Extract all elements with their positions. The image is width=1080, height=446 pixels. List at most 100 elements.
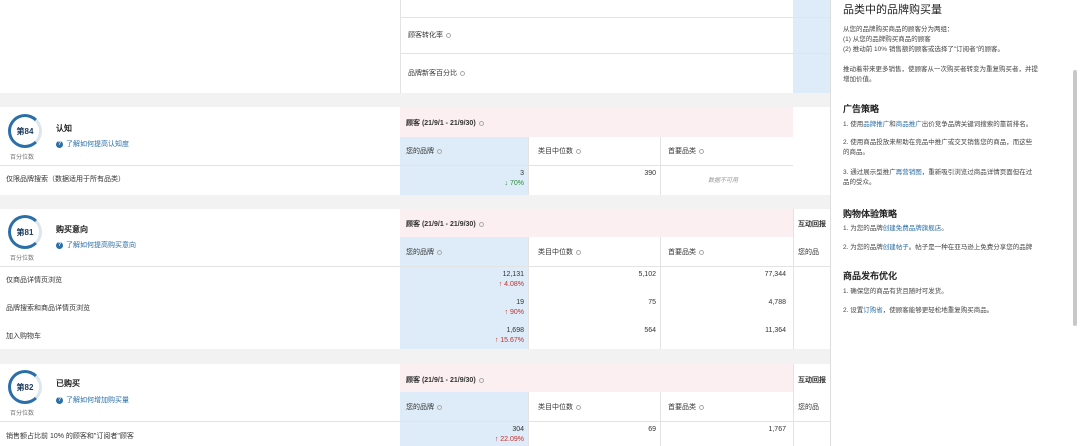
divider bbox=[400, 17, 830, 18]
col-category-median: 类目中位数 bbox=[538, 146, 581, 156]
period-header: 顾客 (21/9/1 - 21/9/30) bbox=[406, 219, 484, 229]
row-label-new-customer: 品牌新客百分比 bbox=[408, 68, 465, 78]
divider bbox=[528, 137, 529, 195]
info-icon[interactable] bbox=[699, 148, 704, 154]
row-label: 仅限品牌搜索（数据适用于所有品类） bbox=[6, 176, 125, 183]
median-value: 564 bbox=[644, 327, 656, 334]
info-icon[interactable] bbox=[699, 249, 704, 255]
info-icon[interactable] bbox=[576, 404, 581, 410]
side-scrollbar[interactable] bbox=[1073, 70, 1077, 326]
create-post-link[interactable]: 创建帖子 bbox=[883, 244, 909, 251]
period-header: 顾客 (21/9/1 - 21/9/30) bbox=[406, 118, 484, 128]
section-title: 已购买 bbox=[56, 379, 80, 388]
help-link[interactable]: ? 了解如何增加购买量 bbox=[56, 395, 129, 405]
ad-item-1: 1. 使用品牌推广和商品推广出价竞争品牌关键词搜索的靠前排名。 bbox=[843, 121, 1033, 128]
side-intro-line: 增加价值。 bbox=[843, 76, 876, 83]
side-intro-line: 推动着带来更多销售，使顾客从一次购买者转变为重复购买者，并提 bbox=[843, 66, 1038, 73]
info-icon[interactable] bbox=[478, 120, 484, 126]
pub-item-1: 1. 确保您的商品有货且随时可发货。 bbox=[843, 288, 948, 295]
brand-column-bg bbox=[793, 0, 830, 93]
ad-item-2-cont: 的商品。 bbox=[843, 149, 869, 156]
col-your-brand: 您的品牌 bbox=[406, 402, 442, 412]
section-title: 购买意向 bbox=[56, 225, 88, 234]
rank-badge: 第82 bbox=[8, 370, 42, 404]
ad-strategy-title: 广告策略 bbox=[843, 104, 880, 114]
remarketing-link[interactable]: 再营销图 bbox=[896, 169, 922, 176]
col-category-median: 类目中位数 bbox=[538, 402, 581, 412]
sponsored-brands-link[interactable]: 品牌推广 bbox=[863, 121, 889, 128]
ad-item-3-cont: 品的受众。 bbox=[843, 179, 876, 186]
info-icon[interactable] bbox=[478, 377, 484, 383]
help-link[interactable]: ? 了解如何提高认知度 bbox=[56, 139, 129, 149]
divider bbox=[0, 165, 793, 166]
side-intro-line: (2) 推动前 10% 销售额的顾客或选择了"订阅者"的顾客。 bbox=[843, 46, 1004, 53]
help-icon: ? bbox=[56, 140, 63, 148]
interactive-header: 互动回报 bbox=[798, 377, 826, 384]
brand-value: 19 bbox=[516, 299, 524, 306]
percentile-label: 百分位数 bbox=[10, 155, 35, 161]
side-help-panel: 品类中的品牌购买量 从您的品牌购买商品的顾客分为两组： (1) 从您的品牌购买商… bbox=[830, 0, 1080, 446]
divider bbox=[793, 364, 794, 446]
info-icon[interactable] bbox=[446, 32, 451, 38]
divider bbox=[528, 237, 529, 349]
col-top-category: 首要品类 bbox=[668, 247, 704, 257]
info-icon[interactable] bbox=[699, 404, 704, 410]
info-icon[interactable] bbox=[437, 249, 442, 255]
top-category-value: 1,767 bbox=[768, 426, 786, 433]
brand-value: 304 bbox=[512, 426, 524, 433]
brand-delta: ↑ 4.08% bbox=[498, 281, 524, 288]
ad-item-3: 3. 通过展示型推广再营销图，重新吸引浏览过商品详情页面但在过 bbox=[843, 169, 1033, 176]
percentile-label: 百分位数 bbox=[10, 411, 35, 417]
rank-badge: 第84 bbox=[8, 114, 42, 148]
percentile-label: 百分位数 bbox=[10, 256, 35, 262]
info-icon[interactable] bbox=[576, 148, 581, 154]
brand-delta: ↑ 90% bbox=[504, 309, 524, 316]
top-category-na: 数据不可用 bbox=[708, 178, 739, 184]
row-label: 品牌搜索和商品详情页浏览 bbox=[6, 305, 90, 312]
median-value: 75 bbox=[648, 299, 656, 306]
create-store-link[interactable]: 创建免费品牌旗舰店 bbox=[883, 225, 942, 232]
info-icon[interactable] bbox=[478, 221, 484, 227]
brand-value: 1,698 bbox=[506, 327, 524, 334]
info-icon[interactable] bbox=[437, 148, 442, 154]
median-value: 69 bbox=[648, 426, 656, 433]
brand-delta: ↑ 15.67% bbox=[494, 337, 524, 344]
sponsored-products-link[interactable]: 商品推广 bbox=[896, 121, 922, 128]
top-category-value: 4,788 bbox=[768, 299, 786, 306]
info-icon[interactable] bbox=[460, 70, 465, 76]
interactive-header: 互动回报 bbox=[798, 221, 826, 228]
col-category-median: 类目中位数 bbox=[538, 247, 581, 257]
ad-item-2: 2. 使用商品投放来帮助在竞品中推广或交叉销售您的商品，而这些 bbox=[843, 139, 1033, 146]
divider bbox=[0, 421, 830, 422]
brand-value: 12,131 bbox=[502, 271, 524, 278]
divider bbox=[660, 137, 661, 195]
pub-item-2: 2. 设置订购省，使顾客能够更轻松地重复购买商品。 bbox=[843, 307, 994, 314]
col-your-brand-2: 您的品 bbox=[798, 404, 819, 411]
divider bbox=[528, 392, 529, 446]
top-category-value: 77,344 bbox=[764, 271, 786, 278]
divider bbox=[0, 266, 830, 267]
col-your-brand-2: 您的品 bbox=[798, 249, 819, 256]
row-label: 仅商品详情页浏览 bbox=[6, 277, 62, 284]
divider bbox=[400, 53, 830, 54]
divider bbox=[660, 237, 661, 349]
rank-badge: 第81 bbox=[8, 215, 42, 249]
help-icon: ? bbox=[56, 241, 63, 249]
divider bbox=[660, 392, 661, 446]
col-top-category: 首要品类 bbox=[668, 146, 704, 156]
info-icon[interactable] bbox=[437, 404, 442, 410]
row-label-conversion: 顾客转化率 bbox=[408, 30, 451, 40]
help-link[interactable]: ? 了解如何提高购买意向 bbox=[56, 240, 136, 250]
experience-strategy-title: 购物体验策略 bbox=[843, 209, 898, 219]
col-top-category: 首要品类 bbox=[668, 402, 704, 412]
brand-delta: ↓ 70% bbox=[504, 180, 524, 187]
brand-value: 3 bbox=[520, 170, 524, 177]
median-value: 5,102 bbox=[638, 271, 656, 278]
side-intro-line: 从您的品牌购买商品的顾客分为两组： bbox=[843, 26, 954, 33]
info-icon[interactable] bbox=[576, 249, 581, 255]
publish-optimization-title: 商品发布优化 bbox=[843, 271, 898, 281]
period-header: 顾客 (21/9/1 - 21/9/30) bbox=[406, 375, 484, 385]
brand-delta: ↑ 22.09% bbox=[494, 436, 524, 443]
subscribe-save-link[interactable]: 订购省 bbox=[863, 307, 883, 314]
top-metrics-panel bbox=[0, 0, 830, 93]
